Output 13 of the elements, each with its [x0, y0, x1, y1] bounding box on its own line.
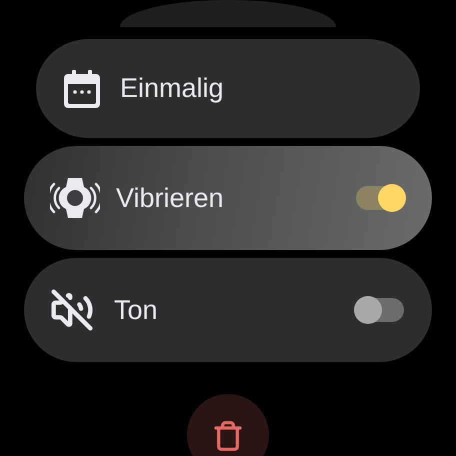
delete-icon [212, 420, 244, 452]
watch-vibrate-icon [50, 177, 100, 219]
toggle-switch[interactable] [356, 298, 404, 322]
list-item[interactable]: Einmalig [36, 39, 420, 138]
delete-button[interactable] [187, 394, 269, 456]
item-label: Vibrieren [116, 182, 225, 215]
toggle-switch[interactable] [356, 186, 404, 210]
item-label: Einmalig [120, 72, 224, 106]
sound-off-icon [50, 288, 94, 332]
calendar-icon [64, 70, 100, 108]
toggle-chip[interactable]: Vibrieren [24, 146, 432, 250]
item-label: Ton [114, 294, 159, 327]
toggle-chip[interactable]: Ton [24, 258, 432, 362]
